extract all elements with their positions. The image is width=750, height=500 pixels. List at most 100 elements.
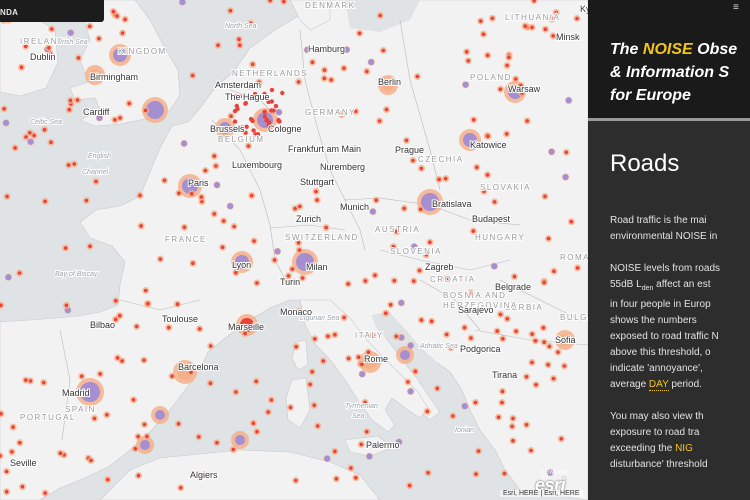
noise-point[interactable] <box>76 56 81 60</box>
noise-point[interactable] <box>333 332 337 337</box>
noise-point[interactable] <box>490 16 495 21</box>
noise-point[interactable] <box>251 128 256 133</box>
noise-point[interactable] <box>28 131 32 135</box>
noise-point[interactable] <box>406 380 410 384</box>
noise-point[interactable] <box>298 204 302 209</box>
noise-point[interactable] <box>505 317 510 321</box>
noise-point[interactable] <box>322 76 327 81</box>
noise-point[interactable] <box>294 344 299 349</box>
noise-point[interactable] <box>290 267 295 271</box>
noise-point[interactable] <box>2 107 6 111</box>
noise-point[interactable] <box>88 24 92 29</box>
noise-point[interactable] <box>227 203 234 210</box>
noise-point[interactable] <box>342 66 346 70</box>
noise-point[interactable] <box>98 372 102 376</box>
noise-point[interactable] <box>435 386 440 391</box>
noise-point[interactable] <box>411 158 415 163</box>
noise-point[interactable] <box>404 138 409 143</box>
noise-point[interactable] <box>24 135 28 139</box>
noise-point[interactable] <box>264 118 269 123</box>
noise-point[interactable] <box>565 97 572 104</box>
noise-point[interactable] <box>523 24 527 28</box>
noise-point[interactable] <box>49 140 53 145</box>
noise-point[interactable] <box>182 225 187 230</box>
noise-point[interactable] <box>476 449 481 453</box>
noise-point[interactable] <box>197 327 202 331</box>
noise-point[interactable] <box>158 257 163 261</box>
noise-point[interactable] <box>235 106 240 112</box>
noise-point[interactable] <box>92 416 97 421</box>
noise-point[interactable] <box>216 43 220 48</box>
noise-point[interactable] <box>248 116 254 122</box>
noise-point[interactable] <box>199 195 204 199</box>
hamburger-icon[interactable]: ≡ <box>733 2 739 13</box>
noise-point[interactable] <box>466 59 471 63</box>
noise-point[interactable] <box>492 200 497 204</box>
noise-point[interactable] <box>190 73 195 78</box>
day-term[interactable]: DAY <box>648 379 669 391</box>
noise-point[interactable] <box>221 219 226 223</box>
noise-point[interactable] <box>273 103 279 109</box>
noise-point[interactable] <box>234 390 238 394</box>
noise-point[interactable] <box>365 429 369 434</box>
noise-point[interactable] <box>511 439 515 443</box>
noise-point[interactable] <box>542 280 546 285</box>
noise-point[interactable] <box>294 478 298 483</box>
noise-point[interactable] <box>142 358 146 363</box>
noise-point[interactable] <box>548 148 555 155</box>
noise-hotspot[interactable] <box>140 440 150 450</box>
noise-point[interactable] <box>357 31 362 36</box>
noise-point[interactable] <box>419 318 424 322</box>
noise-point[interactable] <box>413 369 418 374</box>
noise-point[interactable] <box>10 450 14 454</box>
noise-point[interactable] <box>491 263 498 270</box>
noise-hotspot[interactable] <box>235 435 245 445</box>
noise-point[interactable] <box>315 424 320 428</box>
noise-point[interactable] <box>354 476 358 480</box>
noise-point[interactable] <box>68 98 73 103</box>
noise-point[interactable] <box>197 435 201 439</box>
noise-point[interactable] <box>232 224 236 229</box>
noise-point[interactable] <box>473 400 478 405</box>
noise-point[interactable] <box>228 8 233 13</box>
noise-point[interactable] <box>510 424 514 429</box>
noise-point[interactable] <box>170 374 174 379</box>
noise-point[interactable] <box>326 334 330 339</box>
noise-point[interactable] <box>505 63 509 68</box>
noise-point[interactable] <box>19 65 24 70</box>
noise-point[interactable] <box>280 90 285 96</box>
noise-point[interactable] <box>308 382 312 387</box>
noise-point[interactable] <box>142 422 147 427</box>
noise-point[interactable] <box>244 124 249 129</box>
noise-point[interactable] <box>530 332 534 336</box>
noise-point[interactable] <box>546 236 551 241</box>
noise-point[interactable] <box>388 303 393 307</box>
noise-point[interactable] <box>254 379 258 384</box>
noise-point[interactable] <box>115 356 120 360</box>
noise-point[interactable] <box>4 489 9 494</box>
noise-point[interactable] <box>502 471 507 476</box>
noise-point[interactable] <box>113 118 117 122</box>
noise-point[interactable] <box>369 208 376 215</box>
noise-point[interactable] <box>394 334 399 339</box>
noise-point[interactable] <box>426 471 430 475</box>
noise-point[interactable] <box>329 78 334 82</box>
noise-point[interactable] <box>324 225 329 230</box>
noise-point[interactable] <box>392 278 397 283</box>
noise-point[interactable] <box>374 198 379 202</box>
noise-point[interactable] <box>569 219 574 224</box>
noise-point[interactable] <box>546 362 550 367</box>
noise-point[interactable] <box>471 118 476 122</box>
noise-point[interactable] <box>359 371 366 378</box>
noise-point[interactable] <box>552 269 556 274</box>
noise-point[interactable] <box>42 127 47 132</box>
noise-point[interactable] <box>75 98 80 102</box>
noise-point[interactable] <box>562 174 569 181</box>
noise-point[interactable] <box>315 198 319 202</box>
noise-hotspot[interactable] <box>155 410 165 420</box>
noise-point[interactable] <box>13 146 17 150</box>
noise-point[interactable] <box>418 207 423 212</box>
noise-point[interactable] <box>238 43 242 47</box>
noise-point[interactable] <box>145 434 149 439</box>
noise-point[interactable] <box>143 288 148 293</box>
